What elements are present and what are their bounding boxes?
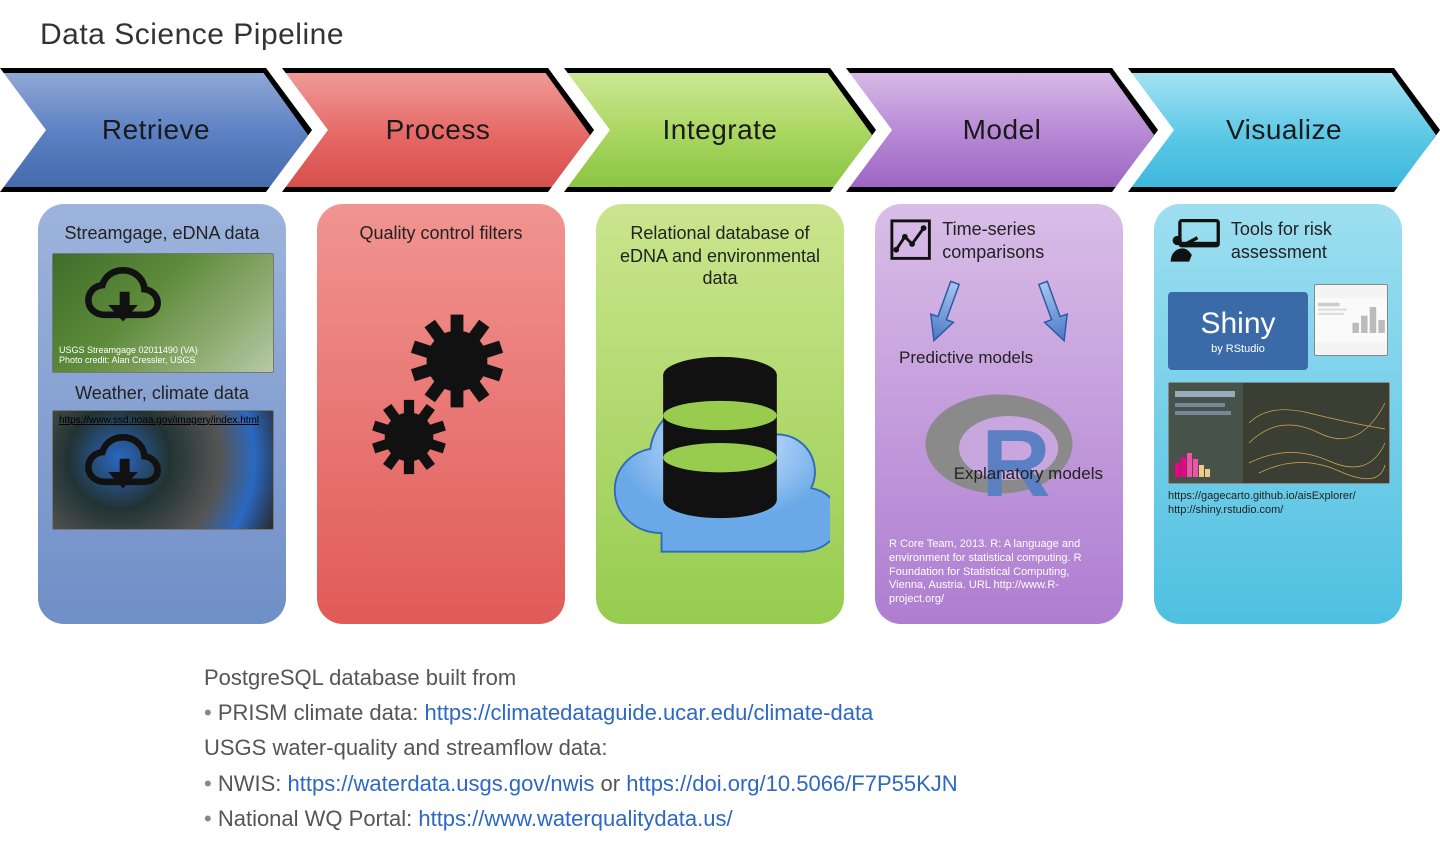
step-label: Visualize [1226, 114, 1342, 146]
step-model: Model [846, 68, 1158, 192]
footer-line: PostgreSQL database built from [204, 660, 1244, 695]
step-label: Retrieve [102, 114, 210, 146]
footer-line: USGS water-quality and streamflow data: [204, 730, 1244, 765]
image-link: https://www.ssd.noaa.gov/imagery/index.h… [59, 415, 259, 426]
step-visualize: Visualize [1128, 68, 1440, 192]
card-title: Time-series comparisons [942, 218, 1109, 263]
card-title: Tools for risk assessment [1231, 218, 1388, 263]
step-process: Process [282, 68, 594, 192]
step-label: Model [963, 114, 1042, 146]
timeseries-icon [889, 218, 932, 270]
database-cloud-icon [610, 300, 830, 560]
presentation-icon [1168, 218, 1221, 278]
step-retrieve: Retrieve [0, 68, 312, 192]
card-process: Quality control filters [317, 204, 565, 624]
viz-links: https://gagecarto.github.io/aisExplorer/… [1168, 490, 1388, 518]
gears-icon [361, 305, 521, 495]
card-title: Quality control filters [331, 222, 551, 245]
cloud-download-icon [80, 267, 166, 333]
shiny-logo: Shiny by RStudio [1168, 292, 1308, 370]
card-title: Streamgage, eDNA data [52, 222, 272, 245]
predictive-label: Predictive models [899, 348, 1109, 368]
prism-link[interactable]: https://climatedataguide.ucar.edu/climat… [424, 700, 873, 725]
explanatory-label: Explanatory models [954, 464, 1103, 484]
data-sources-footer: PostgreSQL database built from PRISM cli… [204, 660, 1244, 836]
r-citation: R Core Team, 2013. R: A language and env… [889, 538, 1109, 607]
shiny-byline: by RStudio [1211, 343, 1265, 355]
card-visualize: Tools for risk assessment Shiny by RStud… [1154, 204, 1402, 624]
pipeline-cards: Streamgage, eDNA data USGS Streamgage 02… [38, 204, 1402, 624]
step-label: Process [386, 114, 491, 146]
diagram-title: Data Science Pipeline [40, 18, 344, 52]
card-subtitle: Weather, climate data [52, 383, 272, 404]
step-integrate: Integrate [564, 68, 876, 192]
shiny-name: Shiny [1200, 307, 1275, 341]
pipeline-arrows: Retrieve Process Integrate Model Visuali… [0, 68, 1440, 192]
card-retrieve: Streamgage, eDNA data USGS Streamgage 02… [38, 204, 286, 624]
card-model: Time-series comparisons Predictive model… [875, 204, 1123, 624]
nwis-doi-link[interactable]: https://doi.org/10.5066/F7P55KJN [626, 771, 957, 796]
wq-portal-link[interactable]: https://www.waterqualitydata.us/ [418, 806, 732, 831]
arrow-icon [1028, 275, 1080, 351]
card-integrate: Relational database of eDNA and environm… [596, 204, 844, 624]
footer-line: National WQ Portal: https://www.waterqua… [204, 801, 1244, 836]
shiny-app-thumb [1314, 284, 1388, 356]
footer-line: NWIS: https://waterdata.usgs.gov/nwis or… [204, 766, 1244, 801]
ais-explorer-thumb [1168, 382, 1390, 484]
arrow-icon [918, 275, 970, 351]
nwis-link[interactable]: https://waterdata.usgs.gov/nwis [288, 771, 595, 796]
photo-caption: USGS Streamgage 02011490 (VA) Photo cred… [59, 346, 198, 366]
step-label: Integrate [662, 114, 777, 146]
r-logo-icon: R [919, 368, 1079, 528]
card-title: Relational database of eDNA and environm… [610, 222, 830, 290]
cloud-download-icon [80, 434, 166, 500]
footer-line: PRISM climate data: https://climatedatag… [204, 695, 1244, 730]
